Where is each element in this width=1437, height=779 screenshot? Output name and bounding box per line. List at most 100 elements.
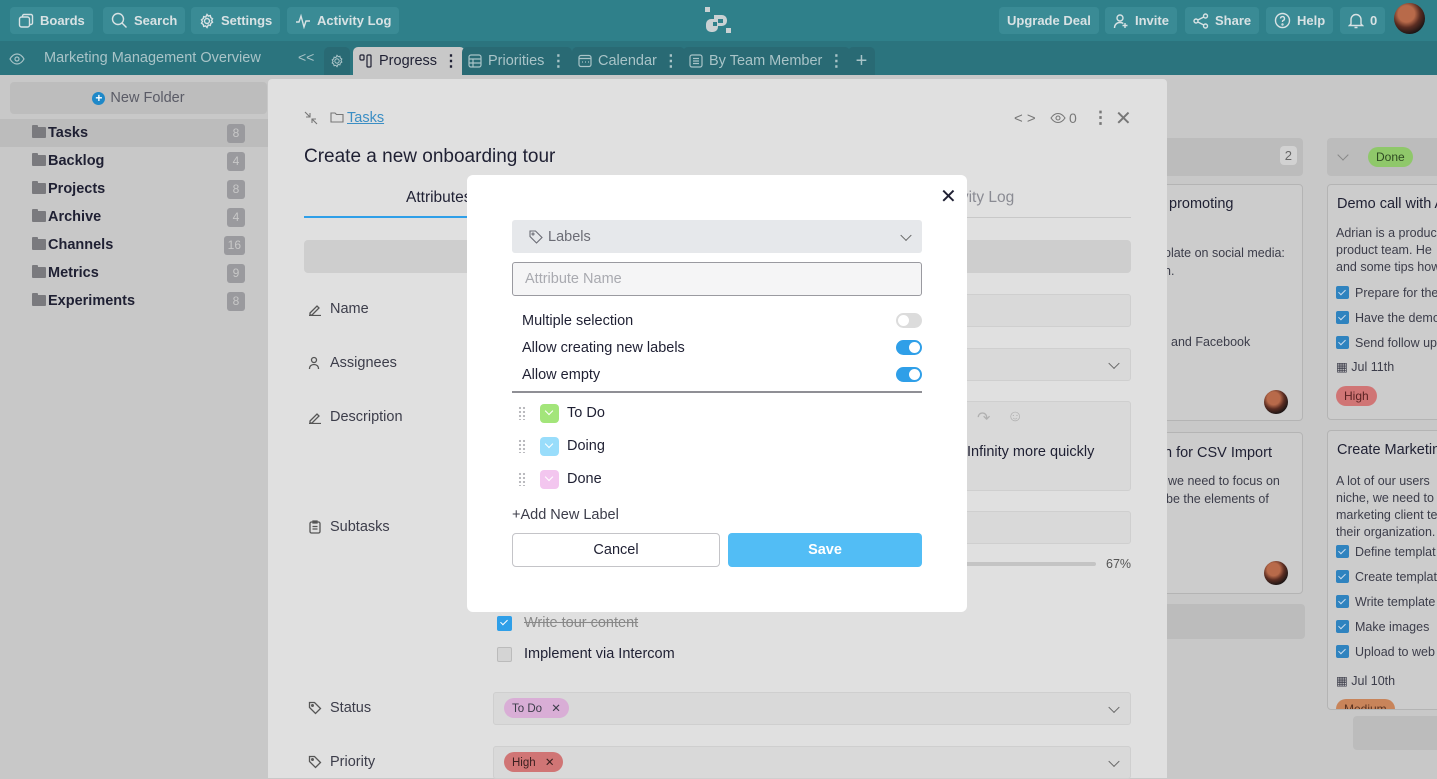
user-avatar[interactable] [1394, 3, 1425, 34]
priority-select[interactable]: High ✕ [493, 746, 1131, 779]
tab-priorities[interactable]: Priorities ⋮ [462, 47, 573, 75]
board-card[interactable]: Create Marketin A lot of our users niche… [1327, 430, 1437, 710]
board-card[interactable]: Demo call with A Adrian is a produc prod… [1327, 184, 1437, 420]
checkbox-checked[interactable] [1336, 595, 1349, 608]
label-name[interactable]: Done [567, 471, 602, 487]
board-title: Marketing Management Overview [44, 50, 261, 66]
search-button[interactable]: Search [103, 7, 186, 34]
sidebar-item-backlog[interactable]: Backlog 4 [0, 147, 268, 175]
notifications-button[interactable]: 0 [1340, 7, 1386, 34]
invite-button[interactable]: Invite [1105, 7, 1177, 34]
allow-empty-toggle[interactable] [896, 367, 922, 382]
sidebar-item-projects[interactable]: Projects 8 [0, 175, 268, 203]
subtask-item[interactable]: Write tour content [497, 615, 638, 631]
attribute-name-input[interactable] [512, 262, 922, 296]
tab-menu-icon[interactable]: ⋮ [550, 51, 566, 71]
checkbox-checked[interactable] [1336, 645, 1349, 658]
breadcrumb-link[interactable]: Tasks [347, 110, 384, 126]
label-color-picker[interactable] [540, 403, 559, 423]
label-text: Description [330, 409, 403, 425]
allow-creating-labels-toggle[interactable] [896, 340, 922, 355]
tab-by-team-member[interactable]: By Team Member ⋮ [683, 47, 851, 75]
checkbox-unchecked[interactable] [497, 646, 512, 662]
remove-chip-icon[interactable]: ✕ [551, 703, 561, 715]
checklist-item[interactable]: Write template [1336, 590, 1437, 615]
checkbox-checked[interactable] [1336, 286, 1349, 299]
minimize-icon[interactable] [304, 111, 318, 125]
add-card-area[interactable] [1160, 604, 1305, 639]
checklist-item[interactable]: Have the demo [1336, 306, 1437, 331]
emoji-icon[interactable]: ☺ [1007, 408, 1023, 426]
folder-icon [32, 209, 46, 222]
status-select[interactable]: To Do ✕ [493, 692, 1131, 725]
board-card[interactable]: n for CSV Import we need to focus on be … [1160, 432, 1303, 594]
card-text: niche, we need to [1336, 491, 1434, 505]
tab-calendar[interactable]: Calendar ⋮ [572, 47, 685, 75]
notifications-count: 0 [1370, 13, 1378, 28]
upgrade-deal-button[interactable]: Upgrade Deal [999, 7, 1099, 34]
share-button[interactable]: Share [1185, 7, 1260, 34]
cancel-button[interactable]: Cancel [512, 533, 720, 567]
checklist-item[interactable]: Send follow up [1336, 331, 1437, 356]
remove-chip-icon[interactable]: ✕ [545, 757, 555, 769]
checklist-item[interactable]: Prepare for the [1336, 281, 1437, 306]
checklist-item[interactable]: Create templat [1336, 565, 1437, 590]
view-settings-button[interactable] [324, 47, 350, 75]
activity-log-label: Activity Log [317, 13, 392, 28]
boards-button[interactable]: Boards [10, 7, 93, 34]
eye-icon[interactable] [9, 52, 25, 66]
multiple-selection-toggle[interactable] [896, 313, 922, 328]
activity-log-button[interactable]: Activity Log [287, 7, 400, 34]
tab-menu-icon[interactable]: ⋮ [663, 51, 679, 71]
checklist-item[interactable]: Make images [1336, 615, 1437, 640]
sidebar-item-channels[interactable]: Channels 16 [0, 231, 268, 259]
label-name[interactable]: To Do [567, 405, 605, 421]
checkbox-checked[interactable] [1336, 336, 1349, 349]
code-icon[interactable]: < > [1014, 110, 1036, 127]
add-view-button[interactable]: + [848, 47, 875, 75]
sidebar-item-experiments[interactable]: Experiments 8 [0, 287, 268, 315]
sidebar-item-tasks[interactable]: Tasks 8 [0, 119, 268, 147]
card-text: and some tips how [1336, 260, 1437, 274]
checkbox-checked[interactable] [1336, 545, 1349, 558]
field-label-subtasks: Subtasks [308, 519, 390, 535]
new-folder-button[interactable]: + New Folder [10, 82, 267, 114]
checkbox-checked[interactable] [1336, 620, 1349, 633]
checkbox-checked[interactable] [1336, 311, 1349, 324]
settings-button[interactable]: Settings [191, 7, 281, 34]
board-card[interactable]: promoting plate on social media: n. and … [1160, 184, 1303, 421]
eye-icon[interactable] [1050, 112, 1066, 124]
subtask-item[interactable]: Implement via Intercom [497, 646, 675, 662]
collapse-sidebar-button[interactable]: << [298, 49, 314, 65]
more-options-icon[interactable]: ⋮ [1092, 108, 1109, 128]
add-card-area[interactable] [1353, 716, 1437, 750]
attribute-type-select[interactable]: Labels [512, 220, 922, 253]
tab-menu-icon[interactable]: ⋮ [828, 51, 844, 71]
label-color-picker[interactable] [540, 469, 559, 489]
label-name[interactable]: Doing [567, 438, 605, 454]
drag-handle-icon[interactable] [518, 472, 526, 486]
checkbox-checked[interactable] [497, 615, 512, 631]
checklist-item[interactable]: Define templat [1336, 540, 1437, 565]
close-panel-icon[interactable]: ✕ [1115, 106, 1132, 131]
tab-attributes[interactable]: Attributes [406, 189, 471, 207]
chevron-down-icon[interactable] [1337, 149, 1349, 161]
label-color-picker[interactable] [540, 436, 559, 456]
help-button[interactable]: Help [1266, 7, 1334, 34]
status-chip-text: To Do [512, 703, 543, 715]
add-new-label-button[interactable]: +Add New Label [512, 507, 619, 523]
drag-handle-icon[interactable] [518, 439, 526, 453]
task-title[interactable]: Create a new onboarding tour [304, 146, 555, 168]
save-button[interactable]: Save [728, 533, 922, 567]
sidebar-item-archive[interactable]: Archive 4 [0, 203, 268, 231]
field-label-name: Name [308, 301, 369, 317]
drag-handle-icon[interactable] [518, 406, 526, 420]
sidebar-item-metrics[interactable]: Metrics 9 [0, 259, 268, 287]
close-modal-icon[interactable]: ✕ [940, 184, 957, 209]
redo-icon[interactable]: ↷ [977, 408, 990, 428]
checklist-item[interactable]: Upload to web [1336, 640, 1437, 665]
checkbox-checked[interactable] [1336, 570, 1349, 583]
tab-menu-icon[interactable]: ⋮ [443, 51, 459, 71]
tab-progress[interactable]: Progress ⋮ [353, 47, 466, 75]
option-label: Multiple selection [522, 313, 634, 329]
